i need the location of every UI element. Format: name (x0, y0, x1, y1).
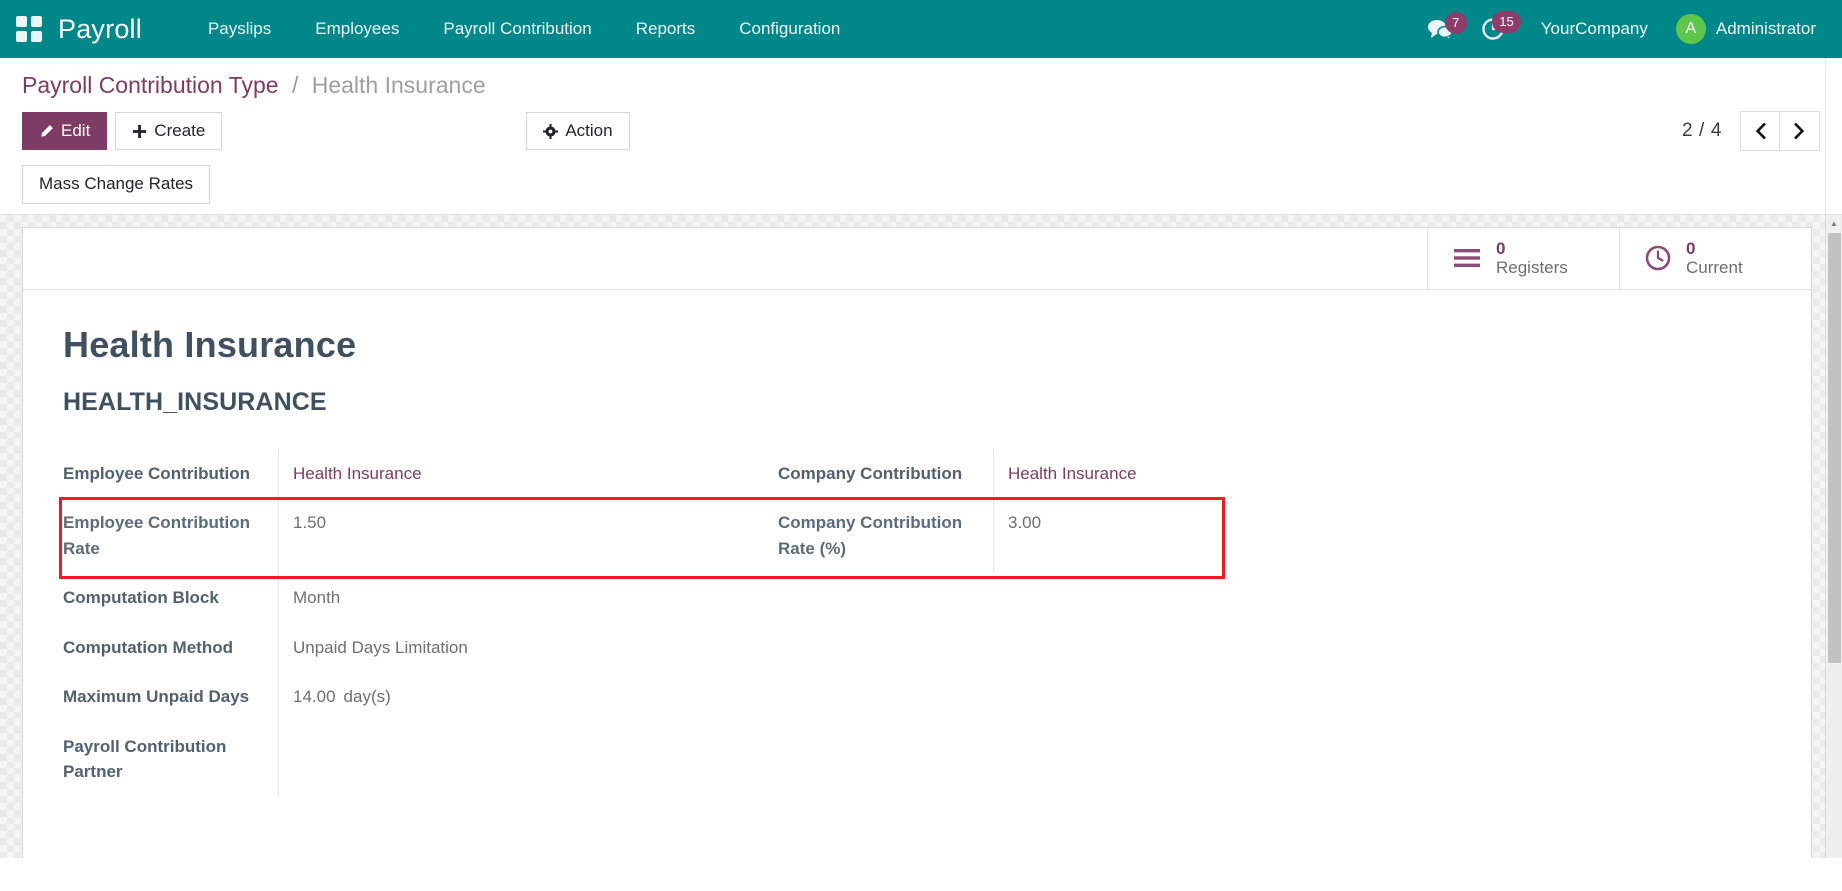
action-button-label: Action (565, 120, 613, 140)
mass-change-rates-button[interactable]: Mass Change Rates (22, 165, 211, 204)
field-value-maximum-unpaid-days[interactable]: 14.00 day(s) (278, 672, 778, 722)
maximum-unpaid-days-unit: day(s) (343, 687, 391, 707)
messages-menu[interactable]: 7 (1415, 12, 1469, 44)
record-code: HEALTH_INSURANCE (63, 387, 327, 416)
plus-icon (133, 124, 147, 138)
clock-icon (1644, 244, 1672, 272)
pager-previous-button[interactable] (1740, 111, 1780, 151)
avatar: A (1675, 14, 1706, 44)
list-lines-icon (1452, 246, 1482, 270)
control-panel-buttons-row: Edit Create Action 2 / 4 (22, 111, 1820, 159)
user-menu[interactable]: A Administrator (1666, 10, 1820, 48)
apps-grid-icon[interactable] (16, 16, 42, 42)
pager: 2 / 4 (1682, 111, 1820, 151)
control-panel-secondary-row: Mass Change Rates (22, 159, 1820, 214)
field-label-computation-method: Computation Method (63, 637, 233, 657)
company-switcher[interactable]: YourCompany (1523, 13, 1666, 45)
create-button-label: Create (154, 120, 206, 140)
field-label-computation-block: Computation Block (63, 588, 219, 608)
stat-registers-text: 0 Registers (1496, 239, 1568, 277)
stat-current-text: 0 Current (1686, 239, 1743, 277)
breadcrumb-current: Health Insurance (311, 72, 486, 98)
breadcrumb-root-link[interactable]: Payroll Contribution Type (22, 72, 279, 98)
breadcrumb: Payroll Contribution Type / Health Insur… (22, 72, 1820, 99)
control-panel: Payroll Contribution Type / Health Insur… (0, 58, 1842, 215)
chevron-right-icon (1794, 123, 1805, 139)
field-value-employee-contribution-rate[interactable]: 1.50 (278, 498, 778, 574)
control-panel-scroll-edge (1825, 58, 1842, 214)
scrollbar-thumb[interactable] (1828, 232, 1841, 663)
menu-item-reports[interactable]: Reports (614, 11, 718, 47)
field-label-company-contribution-rate: Company Contribution Rate (%) (778, 513, 963, 558)
stat-button-registers[interactable]: 0 Registers (1427, 227, 1619, 289)
field-value-company-contribution-rate[interactable]: 3.00 (993, 498, 1553, 574)
action-menu-wrap: Action (526, 111, 630, 151)
field-label-spacer-6 (778, 722, 993, 746)
field-value-computation-block[interactable]: Month (278, 573, 778, 623)
breadcrumb-separator: / (291, 72, 299, 98)
menu-item-payroll-contribution[interactable]: Payroll Contribution (421, 11, 613, 47)
edit-button-label: Edit (61, 120, 91, 140)
gear-icon (543, 123, 559, 139)
record-action-buttons: Edit Create (22, 111, 223, 151)
edit-button[interactable]: Edit (22, 111, 108, 151)
menu-item-employees[interactable]: Employees (293, 11, 421, 47)
field-value-spacer-3 (993, 573, 1553, 623)
field-value-spacer-6 (993, 722, 1553, 797)
field-label-company-contribution: Company Contribution (778, 463, 963, 483)
chevron-left-icon (1755, 123, 1766, 139)
activities-menu[interactable]: 15 (1469, 11, 1523, 45)
pager-next-button[interactable] (1780, 111, 1820, 151)
menu-item-configuration[interactable]: Configuration (717, 11, 862, 47)
field-value-payroll-contribution-partner[interactable] (278, 721, 778, 797)
user-name-label: Administrator (1715, 19, 1816, 38)
field-label-spacer-4 (778, 623, 993, 647)
stat-current-label: Current (1686, 258, 1743, 278)
app-brand-payroll[interactable]: Payroll (58, 14, 142, 45)
page-title: Health Insurance (63, 323, 357, 365)
activities-badge: 15 (1492, 11, 1521, 33)
field-label-spacer-5 (778, 672, 993, 696)
stat-registers-value: 0 (1496, 239, 1506, 259)
form-sheet: 0 Registers 0 Current Health Insurance H… (22, 226, 1812, 858)
field-value-spacer-5 (993, 672, 1553, 722)
maximum-unpaid-days-number: 14.00 (293, 687, 336, 707)
stat-button-bar: 0 Registers 0 Current (23, 227, 1811, 290)
pager-counter: 2 / 4 (1682, 120, 1722, 141)
messages-badge: 7 (1444, 12, 1467, 34)
field-label-maximum-unpaid-days: Maximum Unpaid Days (63, 687, 250, 707)
content-area: 0 Registers 0 Current Health Insurance H… (0, 214, 1842, 858)
main-menu: Payslips Employees Payroll Contribution … (186, 11, 862, 47)
scrollbar-up-arrow[interactable]: ▲ (1826, 214, 1842, 232)
top-navbar: Payroll Payslips Employees Payroll Contr… (0, 0, 1842, 58)
stat-button-current[interactable]: 0 Current (1619, 227, 1811, 289)
field-label-employee-contribution-rate: Employee Contribution Rate (63, 513, 250, 558)
field-value-computation-method[interactable]: Unpaid Days Limitation (278, 622, 778, 673)
field-value-spacer-4 (993, 623, 1553, 673)
menu-item-payslips[interactable]: Payslips (186, 11, 293, 47)
field-label-employee-contribution: Employee Contribution (63, 463, 250, 483)
action-button[interactable]: Action (526, 111, 630, 151)
stat-registers-label: Registers (1496, 258, 1568, 278)
pager-buttons (1740, 111, 1820, 151)
pencil-icon (41, 124, 53, 137)
form-field-grid: Employee Contribution Health Insurance C… (59, 448, 1563, 797)
create-button[interactable]: Create (115, 111, 223, 151)
navbar-right: 7 15 YourCompany A Administrator (1415, 10, 1820, 48)
field-label-spacer-3 (778, 573, 993, 597)
field-value-company-contribution[interactable]: Health Insurance (993, 448, 1553, 499)
form-sheet-body: Health Insurance HEALTH_INSURANCE Employ… (23, 290, 1811, 797)
field-value-employee-contribution[interactable]: Health Insurance (278, 448, 778, 499)
stat-current-value: 0 (1686, 239, 1696, 259)
field-label-payroll-contribution-partner: Payroll Contribution Partner (63, 736, 227, 782)
vertical-scrollbar[interactable]: ▲ (1825, 214, 1842, 858)
